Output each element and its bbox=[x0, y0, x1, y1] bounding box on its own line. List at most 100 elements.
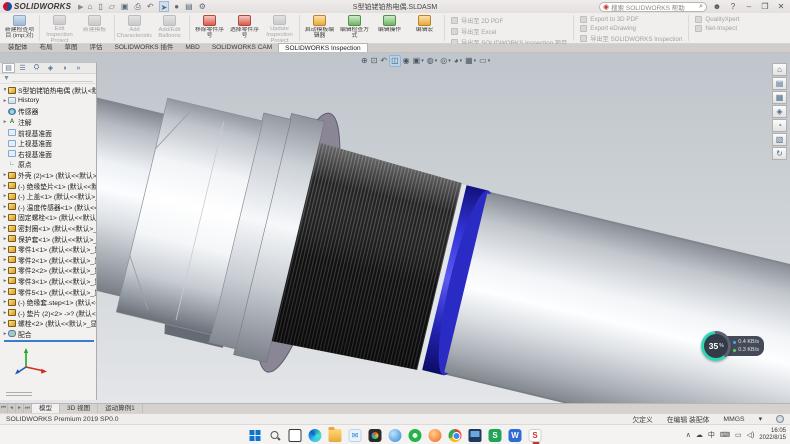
tree-item[interactable]: ▸零件1<1> (默认<<默认>_显示状态 bbox=[2, 244, 96, 255]
file-explorer-icon[interactable]: ▦ bbox=[772, 91, 787, 104]
graphics-area[interactable]: ⊕⊡↶◫◉▣▾◍▾◎▾◕▾▦▾▭▾ ⌂▤▦◈◔▧↻ 35% 0.4 KB/s 0… bbox=[0, 53, 790, 403]
tree-item[interactable]: ▸零件2<2> (默认<<默认>_显示状态 bbox=[2, 265, 96, 276]
taskbar-task-view-icon[interactable] bbox=[289, 429, 302, 442]
view-palette-icon[interactable]: ◈ bbox=[772, 105, 787, 118]
tray-clock[interactable]: 16:05 2022/8/15 bbox=[759, 428, 786, 442]
display-icon[interactable]: ▭ bbox=[735, 431, 742, 439]
taskbar-app-green-icon[interactable] bbox=[409, 429, 422, 442]
edit-macro-button[interactable]: 编辑宏 bbox=[408, 14, 441, 42]
volume-icon[interactable]: ◁) bbox=[747, 431, 755, 439]
tab-scroll-arrow-icon[interactable]: ◂ bbox=[8, 404, 16, 413]
taskbar-start-icon[interactable] bbox=[249, 429, 262, 442]
save-icon[interactable]: ▣ bbox=[120, 1, 130, 12]
rebuild-icon[interactable]: ● bbox=[173, 1, 180, 12]
open-icon[interactable]: ▱ bbox=[108, 1, 116, 12]
taskbar-wps-icon[interactable]: W bbox=[509, 429, 522, 442]
input-language-icon[interactable]: 中 bbox=[708, 430, 715, 440]
tab-草图[interactable]: 草图 bbox=[59, 43, 84, 52]
view-orientation-icon[interactable]: ▣▾ bbox=[412, 55, 425, 67]
tree-item[interactable]: ▸History bbox=[2, 96, 96, 107]
taskbar-monitor-app-icon[interactable] bbox=[469, 429, 482, 442]
taskbar-photos-icon[interactable] bbox=[369, 429, 382, 442]
tab-评估[interactable]: 评估 bbox=[84, 43, 109, 52]
bottom-tab-motion-study[interactable]: 运动算例1 bbox=[98, 404, 143, 413]
tree-item[interactable]: ▸(-) 上盖<1> (默认<<默认>_显示状 bbox=[2, 191, 96, 202]
close-button[interactable]: ✕ bbox=[775, 2, 787, 11]
panel-tab-more[interactable]: » bbox=[72, 65, 85, 72]
taskbar-edge-icon[interactable] bbox=[309, 429, 322, 442]
taskbar-app-s-icon[interactable]: S bbox=[489, 429, 502, 442]
zoom-area-icon[interactable]: ⊡ bbox=[370, 55, 379, 67]
file-properties-icon[interactable]: ▤ bbox=[184, 1, 194, 12]
tab-scroll-arrow-icon[interactable]: ▸ bbox=[16, 404, 24, 413]
tree-item[interactable]: ▸螺栓<2> (默认<<默认>_显示状态 bbox=[2, 318, 96, 329]
new-file-icon[interactable]: ▯ bbox=[97, 1, 103, 12]
undo-icon[interactable]: ↶ bbox=[146, 1, 155, 12]
select-balloons-button[interactable]: 选择零件序号 bbox=[228, 14, 261, 42]
tab-scroll-arrow-icon[interactable]: ⏭ bbox=[24, 404, 32, 413]
taskbar-weather-icon[interactable] bbox=[389, 429, 402, 442]
performance-gauge-widget[interactable]: 35% 0.4 KB/s 0.3 KB/s bbox=[701, 331, 764, 361]
tree-item[interactable]: ▸A注解 bbox=[2, 117, 96, 128]
panel-tab-configurationmanager[interactable]: ⛭ bbox=[30, 64, 43, 72]
tab-solidworks-cam[interactable]: SOLIDWORKS CAM bbox=[206, 43, 278, 52]
previous-view-icon[interactable]: ↶ bbox=[379, 55, 388, 67]
onedrive-icon[interactable]: ☁ bbox=[696, 431, 703, 439]
display-style-icon[interactable]: ◍▾ bbox=[426, 55, 439, 67]
new-inspection-project-button[interactable]: 新建检查项目 (imp;对) bbox=[3, 14, 36, 42]
remove-balloons-button[interactable]: 移除零件序号 bbox=[193, 14, 226, 42]
tab-mbd[interactable]: MBD bbox=[179, 43, 205, 52]
edit-appearance-icon[interactable]: ◕▾ bbox=[453, 55, 463, 67]
tab-solidworks-插件[interactable]: SOLIDWORKS 插件 bbox=[109, 43, 180, 52]
section-view-icon[interactable]: ◫ bbox=[389, 55, 401, 67]
tree-item[interactable]: ▸配合 bbox=[2, 329, 96, 340]
panel-tab-dimxpertmanager[interactable]: ◈ bbox=[44, 64, 57, 72]
launch-template-editor-button[interactable]: 启动模板编辑器 bbox=[303, 14, 336, 42]
home-icon[interactable]: ⌂ bbox=[772, 63, 787, 76]
minimize-button[interactable]: – bbox=[743, 2, 755, 11]
tab-scroll-arrow-icon[interactable]: ⏮ bbox=[0, 404, 8, 413]
taskbar-search-icon[interactable] bbox=[269, 429, 282, 442]
tree-item[interactable]: ▸零件5<1> (默认<<默认>_显示状态 bbox=[2, 286, 96, 297]
tree-item[interactable]: ∟原点 bbox=[2, 159, 96, 170]
taskbar-solidworks-icon[interactable]: S bbox=[529, 429, 542, 442]
tree-item[interactable]: ▸(-) 温度传感器<1> (默认<<默认>_ bbox=[2, 202, 96, 213]
rollback-bar[interactable] bbox=[4, 340, 94, 342]
keyboard-icon[interactable]: ⌨ bbox=[720, 431, 730, 439]
taskbar-file-explorer-icon[interactable] bbox=[329, 429, 342, 442]
tree-root-assembly[interactable]: ▾ S型铂铑铂热电偶 (默认<默认_显示状态-1 bbox=[2, 85, 96, 96]
tray-chevron-up-icon[interactable]: ∧ bbox=[686, 431, 691, 439]
tree-item[interactable]: 传感器 bbox=[2, 106, 96, 117]
feature-tree-filter[interactable]: ▼ bbox=[0, 74, 96, 84]
tree-item[interactable]: ▸(-) 垫片 (2)<2> ->? (默认<<默认> bbox=[2, 307, 96, 318]
panel-tab-featuremanager[interactable]: ▤ bbox=[2, 63, 15, 73]
model-3d-thermocouple[interactable] bbox=[0, 53, 790, 403]
panel-tab-propertymanager[interactable]: ☰ bbox=[16, 64, 29, 72]
tab-装配体[interactable]: 装配体 bbox=[2, 43, 34, 52]
web-help-icon[interactable] bbox=[776, 415, 784, 423]
appearances-icon[interactable]: ◔ bbox=[772, 119, 787, 132]
design-library-icon[interactable]: ▤ bbox=[772, 77, 787, 90]
tree-item[interactable]: 前视基准面 bbox=[2, 127, 96, 138]
panel-resize-grip[interactable] bbox=[6, 392, 32, 398]
quick-access-expander-icon[interactable]: ▶ bbox=[78, 3, 83, 11]
apply-scene-icon[interactable]: ▦▾ bbox=[464, 55, 477, 67]
restore-button[interactable]: ❐ bbox=[759, 2, 771, 11]
dynamic-annotation-icon[interactable]: ◉ bbox=[402, 55, 411, 67]
search-icon[interactable]: ⌕ bbox=[699, 3, 703, 11]
tree-item[interactable]: 上视基准面 bbox=[2, 138, 96, 149]
tree-item[interactable]: ▸保护套<1> (默认<<默认>_显示状 bbox=[2, 233, 96, 244]
edit-inspection-method-button[interactable]: 编辑检查方式 bbox=[338, 14, 371, 42]
tree-item[interactable]: ▸(-) 绝缘套.step<1> (默认<<默认> bbox=[2, 297, 96, 308]
help-button[interactable]: ? bbox=[727, 2, 739, 11]
tab-布局[interactable]: 布局 bbox=[34, 43, 59, 52]
taskbar-mail-icon[interactable]: ✉ bbox=[349, 429, 362, 442]
view-settings-icon[interactable]: ▭▾ bbox=[478, 55, 491, 67]
home-icon[interactable]: ⌂ bbox=[87, 1, 94, 12]
custom-properties-icon[interactable]: ▧ bbox=[772, 133, 787, 146]
bottom-tab-3d-views[interactable]: 3D 视图 bbox=[60, 404, 98, 413]
print-icon[interactable]: ⎙ bbox=[133, 1, 141, 12]
tree-item[interactable]: ▸固定螺栓<1> (默认<<默认>_显示 bbox=[2, 212, 96, 223]
options-icon[interactable]: ⚙ bbox=[198, 1, 207, 12]
edit-operation-button[interactable]: 编辑操作 bbox=[373, 14, 406, 42]
